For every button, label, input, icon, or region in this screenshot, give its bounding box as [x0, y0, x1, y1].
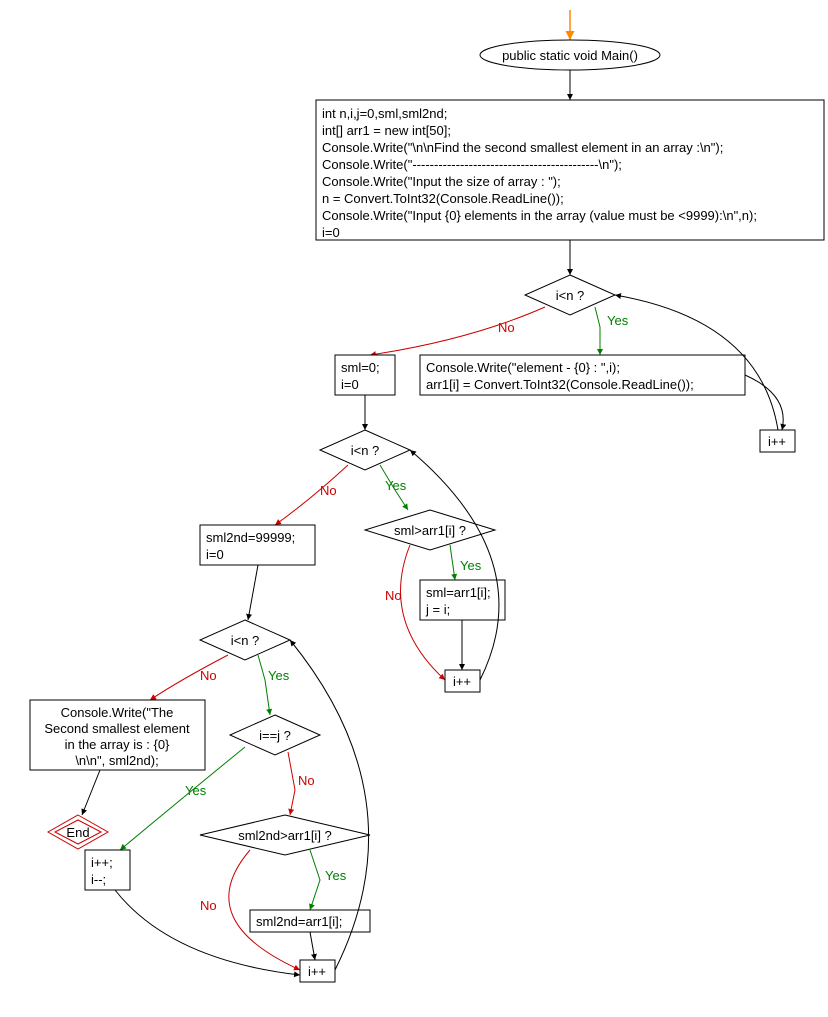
cond5-no-label: No [298, 773, 315, 788]
incr1-label: i++ [768, 434, 786, 449]
cond6-no-label: No [200, 898, 217, 913]
init-line-2: Console.Write("\n\nFind the second small… [322, 140, 723, 155]
cond2-label: i<n ? [351, 443, 380, 458]
cond1-no-label: No [498, 320, 515, 335]
cond2-yes-label: Yes [385, 478, 407, 493]
cond3-no-label: No [385, 588, 402, 603]
cond5-label: i==j ? [259, 728, 291, 743]
init-line-1: int[] arr1 = new int[50]; [322, 123, 451, 138]
output-line-2: in the array is : {0} [65, 737, 170, 752]
end-label: End [66, 825, 89, 840]
cond4-no-label: No [200, 668, 217, 683]
cond5-yes-label: Yes [185, 783, 207, 798]
output-line-1: Second smallest element [44, 721, 190, 736]
init-line-6: Console.Write("Input {0} elements in the… [322, 208, 757, 223]
cond6-label: sml2nd>arr1[i] ? [238, 828, 332, 843]
cond1-yes-label: Yes [607, 313, 629, 328]
init-line-7: i=0 [322, 225, 340, 240]
assign2-label: sml2nd=arr1[i]; [256, 914, 342, 929]
reset1-line-0: sml=0; [341, 360, 380, 375]
cond4-label: i<n ? [231, 633, 260, 648]
incr3-line-1: i--; [91, 872, 106, 887]
cond3-label: sml>arr1[i] ? [394, 523, 466, 538]
input-elem-line-0: Console.Write("element - {0} : ",i); [426, 360, 620, 375]
incr2-label: i++ [453, 674, 471, 689]
incr4-label: i++ [308, 964, 326, 979]
input-elem-line-1: arr1[i] = Convert.ToInt32(Console.ReadLi… [426, 377, 694, 392]
cond2-no-label: No [320, 483, 337, 498]
assign1-line-1: j = i; [425, 602, 450, 617]
init-line-3: Console.Write("-------------------------… [322, 157, 622, 172]
output-line-0: Console.Write("The [61, 705, 174, 720]
cond6-yes-label: Yes [325, 868, 347, 883]
output-line-3: \n\n", sml2nd); [75, 753, 158, 768]
cond1-label: i<n ? [556, 288, 585, 303]
init-line-0: int n,i,j=0,sml,sml2nd; [322, 106, 447, 121]
start-label: public static void Main() [502, 48, 638, 63]
assign1-line-0: sml=arr1[i]; [426, 585, 491, 600]
cond3-yes-label: Yes [460, 558, 482, 573]
cond4-yes-label: Yes [268, 668, 290, 683]
incr3-line-0: i++; [91, 855, 113, 870]
reset2-line-1: i=0 [206, 547, 224, 562]
init-line-5: n = Convert.ToInt32(Console.ReadLine()); [322, 191, 564, 206]
init-line-4: Console.Write("Input the size of array :… [322, 174, 561, 189]
reset2-line-0: sml2nd=99999; [206, 530, 295, 545]
reset1-line-1: i=0 [341, 377, 359, 392]
